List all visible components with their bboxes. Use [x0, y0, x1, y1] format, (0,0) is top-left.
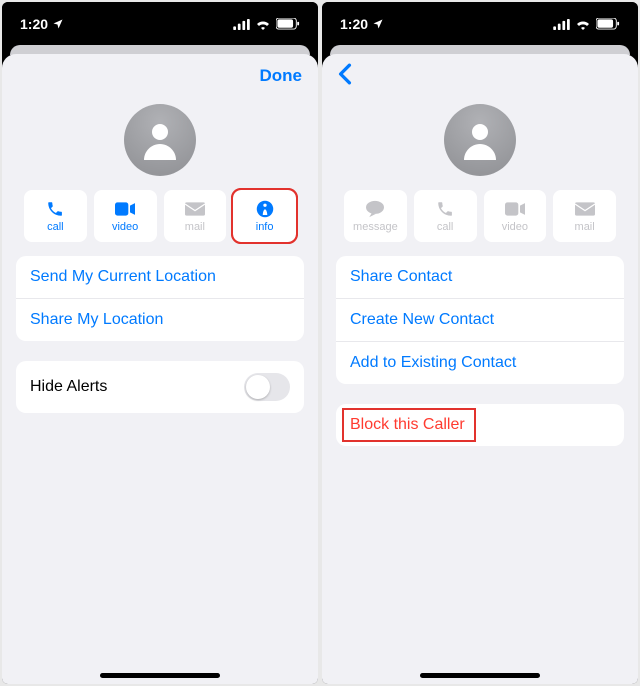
add-existing-row[interactable]: Add to Existing Contact — [336, 341, 624, 384]
location-group: Send My Current Location Share My Locati… — [16, 256, 304, 341]
block-caller-label: Block this Caller — [350, 416, 465, 434]
wifi-icon — [255, 18, 271, 30]
phone-icon — [46, 200, 64, 218]
contact-info-sheet: message call video mail Share Contact Cr… — [322, 54, 638, 684]
call-tile[interactable]: call — [24, 190, 87, 242]
video-icon — [115, 202, 135, 216]
send-location-row[interactable]: Send My Current Location — [16, 256, 304, 298]
phone-left: 1:20 Done call video — [2, 2, 318, 684]
status-time: 1:20 — [340, 16, 368, 32]
cell-signal-icon — [233, 19, 250, 30]
contact-actions-group: Share Contact Create New Contact Add to … — [336, 256, 624, 384]
nav-bar: Done — [2, 54, 318, 98]
mail-label: mail — [185, 221, 205, 233]
share-contact-row[interactable]: Share Contact — [336, 256, 624, 298]
info-icon — [256, 200, 274, 218]
hide-alerts-toggle[interactable] — [244, 373, 290, 401]
hide-alerts-row: Hide Alerts — [16, 361, 304, 413]
background-peek — [2, 40, 318, 54]
mail-icon — [575, 202, 595, 216]
back-button[interactable] — [338, 63, 352, 90]
home-indicator[interactable] — [100, 673, 220, 678]
mail-tile: mail — [164, 190, 227, 242]
contact-sheet: Done call video mail info — [2, 54, 318, 684]
alerts-group: Hide Alerts — [16, 361, 304, 413]
nav-bar — [322, 54, 638, 98]
video-label: video — [502, 221, 528, 233]
location-icon — [372, 18, 384, 30]
location-icon — [52, 18, 64, 30]
status-bar: 1:20 — [2, 2, 318, 40]
cell-signal-icon — [553, 19, 570, 30]
hide-alerts-label: Hide Alerts — [30, 378, 107, 396]
done-button[interactable]: Done — [260, 66, 303, 86]
share-contact-label: Share Contact — [350, 268, 452, 286]
action-row: message call video mail — [322, 190, 638, 256]
background-peek — [322, 40, 638, 54]
status-bar: 1:20 — [322, 2, 638, 40]
person-icon — [456, 116, 504, 164]
mail-label: mail — [575, 221, 595, 233]
status-time: 1:20 — [20, 16, 48, 32]
video-label: video — [112, 221, 138, 233]
block-caller-row[interactable]: Block this Caller — [336, 404, 624, 446]
call-label: call — [47, 221, 64, 233]
avatar[interactable] — [124, 104, 196, 176]
action-row: call video mail info — [2, 190, 318, 256]
info-tile[interactable]: info — [233, 190, 296, 242]
phone-icon — [436, 200, 454, 218]
share-location-row[interactable]: Share My Location — [16, 298, 304, 341]
add-existing-label: Add to Existing Contact — [350, 354, 516, 372]
call-tile: call — [414, 190, 477, 242]
home-indicator[interactable] — [420, 673, 540, 678]
call-label: call — [437, 221, 454, 233]
message-icon — [365, 200, 385, 218]
person-icon — [136, 116, 184, 164]
create-contact-row[interactable]: Create New Contact — [336, 298, 624, 341]
mail-icon — [185, 202, 205, 216]
block-group: Block this Caller — [336, 404, 624, 446]
avatar[interactable] — [444, 104, 516, 176]
share-location-label: Share My Location — [30, 311, 163, 329]
battery-icon — [276, 18, 300, 30]
create-contact-label: Create New Contact — [350, 311, 494, 329]
message-tile: message — [344, 190, 407, 242]
video-icon — [505, 202, 525, 216]
battery-icon — [596, 18, 620, 30]
mail-tile: mail — [553, 190, 616, 242]
video-tile[interactable]: video — [94, 190, 157, 242]
avatar-container — [322, 98, 638, 190]
chevron-left-icon — [338, 63, 352, 85]
message-label: message — [353, 221, 398, 233]
send-location-label: Send My Current Location — [30, 268, 216, 286]
info-label: info — [256, 221, 274, 233]
wifi-icon — [575, 18, 591, 30]
phone-right: 1:20 message — [322, 2, 638, 684]
avatar-container — [2, 98, 318, 190]
video-tile: video — [484, 190, 547, 242]
